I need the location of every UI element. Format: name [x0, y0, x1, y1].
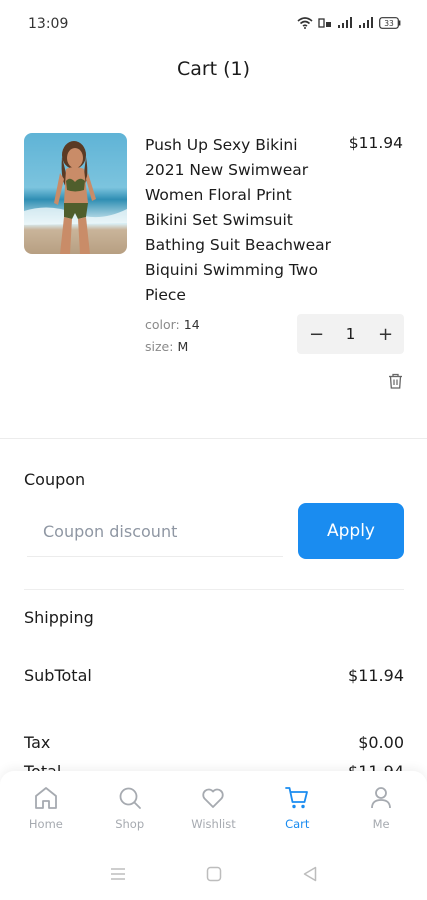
back-triangle-icon[interactable] — [303, 866, 317, 886]
nav-me-label: Me — [372, 817, 390, 831]
delete-item-icon[interactable] — [388, 373, 403, 393]
home-icon — [34, 787, 57, 809]
nav-shop[interactable]: Shop — [90, 785, 170, 831]
variant-size-value: M — [177, 339, 189, 354]
bottom-nav: Home Shop Wishlist Cart Me — [0, 771, 427, 851]
home-square-icon[interactable] — [206, 866, 222, 886]
quantity-value: 1 — [345, 325, 356, 343]
variant-color: color: 14 — [145, 317, 200, 332]
battery-level: 33 — [384, 19, 394, 28]
nav-shop-label: Shop — [115, 817, 145, 831]
search-icon — [119, 787, 141, 809]
signal-icon-2 — [359, 17, 373, 28]
nav-me[interactable]: Me — [341, 785, 421, 831]
tax-value: $0.00 — [358, 733, 404, 752]
variant-color-value: 14 — [183, 317, 200, 332]
nav-cart[interactable]: Cart — [257, 785, 337, 831]
wifi-icon — [297, 17, 313, 29]
variant-size-label: size: — [145, 339, 174, 354]
nav-home-label: Home — [28, 817, 63, 831]
page-title: Cart (1) — [176, 58, 251, 80]
coupon-label: Coupon — [24, 470, 86, 489]
nav-wishlist-label: Wishlist — [191, 817, 236, 831]
product-title[interactable]: Push Up Sexy Bikini 2021 New Swimwear Wo… — [145, 133, 335, 308]
divider — [0, 438, 427, 439]
divider — [24, 589, 404, 590]
menu-icon[interactable] — [110, 866, 126, 885]
status-time: 13:09 — [28, 16, 69, 32]
status-icons: 33 — [297, 17, 401, 29]
product-image[interactable] — [24, 133, 127, 254]
status-bar: 13:09 33 — [0, 0, 427, 52]
shipping-label: Shipping — [24, 608, 94, 627]
data-icon — [318, 18, 331, 28]
tax-label: Tax — [24, 733, 51, 752]
coupon-input[interactable] — [27, 507, 283, 557]
system-nav-bar — [0, 851, 427, 900]
product-price: $11.94 — [348, 134, 403, 152]
variant-color-label: color: — [145, 317, 180, 332]
nav-wishlist[interactable]: Wishlist — [173, 785, 253, 831]
nav-cart-label: Cart — [285, 817, 310, 831]
subtotal-row: SubTotal $11.94 — [24, 666, 404, 685]
subtotal-value: $11.94 — [348, 666, 404, 685]
tax-row: Tax $0.00 — [24, 733, 404, 752]
cart-icon — [285, 787, 309, 809]
variant-size: size: M — [145, 339, 188, 354]
battery-icon: 33 — [379, 17, 401, 29]
quantity-stepper: − 1 + — [297, 314, 404, 354]
subtotal-label: SubTotal — [24, 666, 92, 685]
user-icon — [371, 787, 391, 809]
increase-quantity-button[interactable]: + — [378, 324, 393, 345]
heart-icon — [202, 788, 225, 808]
nav-home[interactable]: Home — [6, 785, 86, 831]
decrease-quantity-button[interactable]: − — [309, 324, 324, 345]
signal-icon — [338, 17, 352, 28]
apply-coupon-button[interactable]: Apply — [298, 503, 404, 559]
